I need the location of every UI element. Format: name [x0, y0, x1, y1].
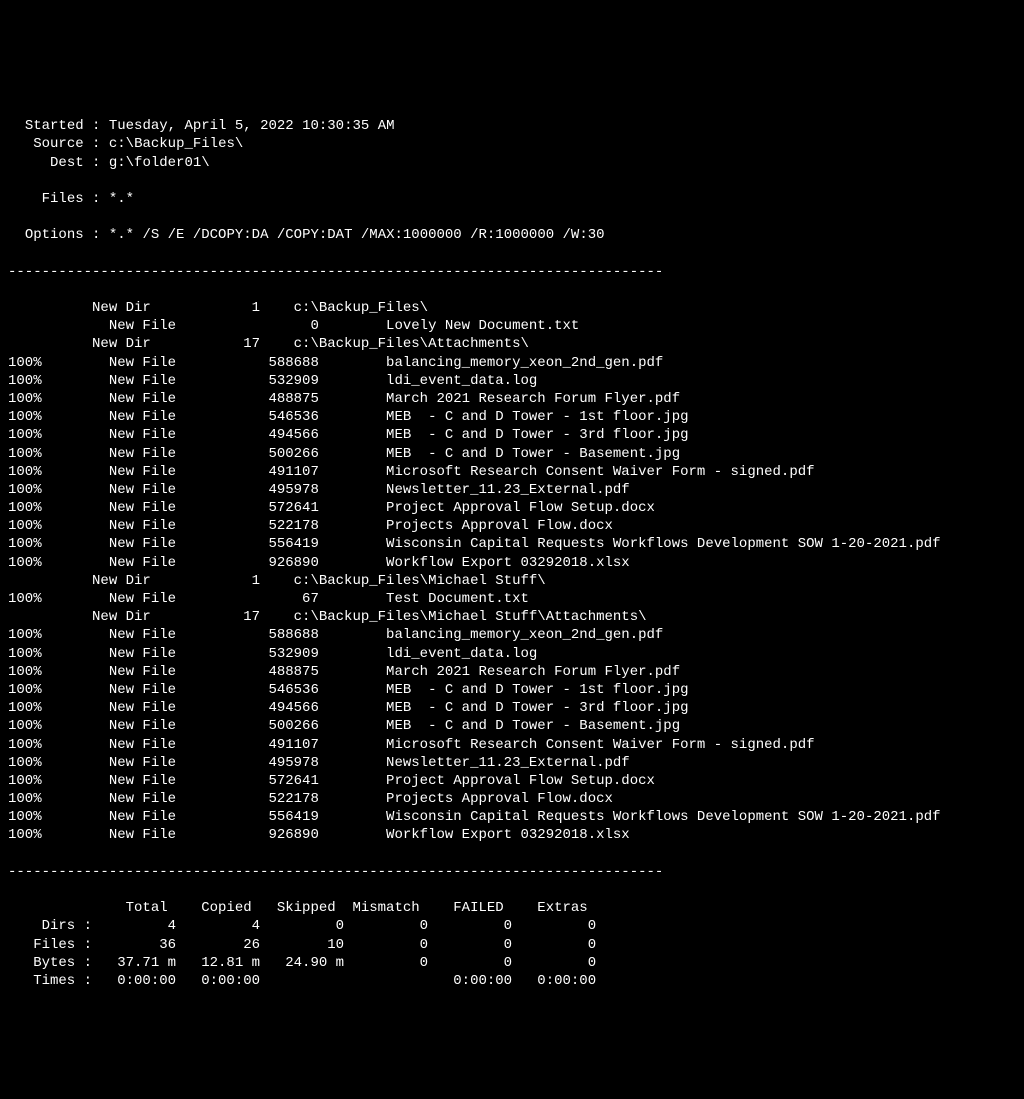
source-line: Source : c:\Backup_Files\	[8, 136, 243, 152]
file-list: New Dir 1 c:\Backup_Files\ New File 0 Lo…	[8, 299, 1016, 845]
file-row: 100% New File 532909 ldi_event_data.log	[8, 373, 537, 389]
file-row: 100% New File 67 Test Document.txt	[8, 591, 529, 607]
separator-line-2: ----------------------------------------…	[8, 864, 663, 880]
file-row: 100% New File 494566 MEB - C and D Tower…	[8, 427, 689, 443]
file-row: New Dir 1 c:\Backup_Files\Michael Stuff\	[8, 573, 546, 589]
file-row: 100% New File 522178 Projects Approval F…	[8, 518, 613, 534]
file-row: 100% New File 522178 Projects Approval F…	[8, 791, 613, 807]
file-row: 100% New File 495978 Newsletter_11.23_Ex…	[8, 755, 630, 771]
file-row: 100% New File 588688 balancing_memory_xe…	[8, 627, 663, 643]
summary-header: Total Copied Skipped Mismatch FAILED Ext…	[8, 900, 588, 916]
terminal-output[interactable]: Started : Tuesday, April 5, 2022 10:30:3…	[8, 81, 1016, 1009]
file-row: 100% New File 488875 March 2021 Research…	[8, 391, 680, 407]
file-row: 100% New File 491107 Microsoft Research …	[8, 737, 815, 753]
summary-row: Dirs : 4 4 0 0 0 0	[8, 918, 596, 934]
file-row: New Dir 1 c:\Backup_Files\	[8, 300, 428, 316]
summary-section: Total Copied Skipped Mismatch FAILED Ext…	[8, 899, 1016, 990]
file-row: New Dir 17 c:\Backup_Files\Attachments\	[8, 336, 529, 352]
summary-row: Bytes : 37.71 m 12.81 m 24.90 m 0 0 0	[8, 955, 596, 971]
file-row: 100% New File 926890 Workflow Export 032…	[8, 827, 630, 843]
file-row: 100% New File 546536 MEB - C and D Tower…	[8, 409, 689, 425]
summary-row: Files : 36 26 10 0 0 0	[8, 937, 596, 953]
file-row: 100% New File 491107 Microsoft Research …	[8, 464, 815, 480]
file-row: 100% New File 546536 MEB - C and D Tower…	[8, 682, 689, 698]
separator-line: ----------------------------------------…	[8, 264, 663, 280]
file-row: New Dir 17 c:\Backup_Files\Michael Stuff…	[8, 609, 647, 625]
file-row: 100% New File 572641 Project Approval Fl…	[8, 773, 655, 789]
file-row: 100% New File 588688 balancing_memory_xe…	[8, 355, 663, 371]
file-row: 100% New File 556419 Wisconsin Capital R…	[8, 536, 941, 552]
file-row: 100% New File 488875 March 2021 Research…	[8, 664, 680, 680]
files-line: Files : *.*	[8, 191, 134, 207]
started-line: Started : Tuesday, April 5, 2022 10:30:3…	[8, 118, 395, 134]
file-row: 100% New File 556419 Wisconsin Capital R…	[8, 809, 941, 825]
file-row: 100% New File 572641 Project Approval Fl…	[8, 500, 655, 516]
dest-line: Dest : g:\folder01\	[8, 155, 210, 171]
file-row: New File 0 Lovely New Document.txt	[8, 318, 579, 334]
summary-row: Times : 0:00:00 0:00:00 0:00:00 0:00:00	[8, 973, 596, 989]
options-line: Options : *.* /S /E /DCOPY:DA /COPY:DAT …	[8, 227, 605, 243]
file-row: 100% New File 500266 MEB - C and D Tower…	[8, 446, 680, 462]
file-row: 100% New File 500266 MEB - C and D Tower…	[8, 718, 680, 734]
file-row: 100% New File 926890 Workflow Export 032…	[8, 555, 630, 571]
file-row: 100% New File 495978 Newsletter_11.23_Ex…	[8, 482, 630, 498]
file-row: 100% New File 494566 MEB - C and D Tower…	[8, 700, 689, 716]
header-section: Started : Tuesday, April 5, 2022 10:30:3…	[8, 99, 1016, 245]
file-row: 100% New File 532909 ldi_event_data.log	[8, 646, 537, 662]
